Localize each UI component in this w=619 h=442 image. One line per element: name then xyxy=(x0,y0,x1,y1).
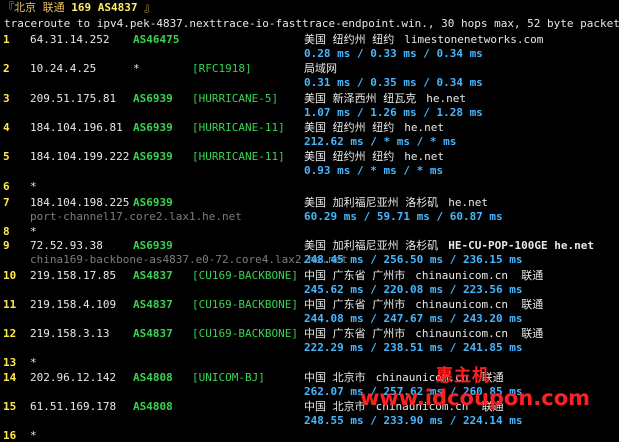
hop-rdns: port-channel17.core2.lax1.he.net xyxy=(30,210,242,223)
hop-asn: AS46475 xyxy=(133,33,180,46)
hop-host: chinaunicom.cn 联通 xyxy=(415,269,544,282)
hop-latency: 248.45 ms / 256.50 ms / 236.15 ms xyxy=(304,253,523,266)
traceroute-command: traceroute to ipv4.pek-4837.nexttrace-io… xyxy=(4,17,619,30)
hop-ip: 219.158.3.13 xyxy=(30,327,110,340)
title-prefix: 『北京 联通 xyxy=(3,1,72,14)
hop-asn: AS4837 xyxy=(133,298,173,311)
trace-title: 『北京 联通 169 AS4837 』 xyxy=(3,1,155,14)
hop-location: 中国 广东省 广州市 chinaunicom.cn 联通 xyxy=(304,298,544,311)
hop-host: he.net xyxy=(404,121,444,134)
hop-ip: 64.31.14.252 xyxy=(30,33,110,46)
hop-ip: * xyxy=(30,356,37,369)
hop-host: chinaunicom.cn 联通 xyxy=(415,298,544,311)
hop-number: 4 xyxy=(3,121,10,134)
hop-latency: 60.29 ms / 59.71 ms / 60.87 ms xyxy=(304,210,503,223)
hop-asn: AS4837 xyxy=(133,269,173,282)
hop-latency: 0.28 ms / 0.33 ms / 0.34 ms xyxy=(304,47,483,60)
hop-number: 16 xyxy=(3,429,17,442)
hop-ip: 72.52.93.38 xyxy=(30,239,103,252)
hop-asn: AS6939 xyxy=(133,239,173,252)
hop-latency: 245.62 ms / 220.08 ms / 223.56 ms xyxy=(304,283,523,296)
hop-latency: 244.08 ms / 247.67 ms / 243.20 ms xyxy=(304,312,523,325)
hop-network-tag: [HURRICANE-5] xyxy=(192,92,279,105)
hop-number: 2 xyxy=(3,62,10,75)
hop-location: 美国 加利福尼亚州 洛杉矶 HE-CU-POP-100GE he.net xyxy=(304,239,594,252)
hop-latency: 0.93 ms / * ms / * ms xyxy=(304,164,444,177)
hop-host: he.net xyxy=(448,196,488,209)
hop-ip: 61.51.169.178 xyxy=(30,400,117,413)
hop-number: 9 xyxy=(3,239,10,252)
watermark-url: www.idcoupon.com xyxy=(360,386,591,410)
hop-number: 15 xyxy=(3,400,17,413)
hop-number: 7 xyxy=(3,196,10,209)
hop-network-tag: [RFC1918] xyxy=(192,62,252,75)
hop-number: 10 xyxy=(3,269,17,282)
hop-network-tag: [HURRICANE-11] xyxy=(192,121,285,134)
watermark-logo: 惠主机 xyxy=(436,366,490,386)
hop-ip: * xyxy=(30,429,37,442)
hop-ip: 184.104.199.222 xyxy=(30,150,130,163)
hop-ip: 202.96.12.142 xyxy=(30,371,117,384)
hop-host: he.net xyxy=(426,92,466,105)
hop-latency: 248.55 ms / 233.90 ms / 224.14 ms xyxy=(304,414,523,427)
title-suffix: 』 xyxy=(137,1,156,14)
hop-number: 3 xyxy=(3,92,10,105)
hop-location: 美国 纽约州 纽约 he.net xyxy=(304,121,444,134)
hop-number: 8 xyxy=(3,225,10,238)
hop-asn: AS4837 xyxy=(133,327,173,340)
hop-latency: 222.29 ms / 238.51 ms / 241.85 ms xyxy=(304,341,523,354)
hop-number: 5 xyxy=(3,150,10,163)
title-route: 169 AS4837 xyxy=(71,1,138,14)
hop-latency: 1.07 ms / 1.26 ms / 1.28 ms xyxy=(304,106,483,119)
hop-ip: 219.158.4.109 xyxy=(30,298,117,311)
hop-asn: AS6939 xyxy=(133,196,173,209)
hop-number: 11 xyxy=(3,298,17,311)
hop-ip: * xyxy=(30,225,37,238)
hop-network-tag: [CU169-BACKBONE] xyxy=(192,298,298,311)
hop-location: 局域网 xyxy=(304,62,337,75)
hop-latency: 212.62 ms / * ms / * ms xyxy=(304,135,457,148)
hop-network-tag: [CU169-BACKBONE] xyxy=(192,269,298,282)
hop-host: chinaunicom.cn 联通 xyxy=(415,327,544,340)
hop-asn: AS6939 xyxy=(133,92,173,105)
hop-asn: AS6939 xyxy=(133,150,173,163)
hop-number: 1 xyxy=(3,33,10,46)
hop-network-tag: [HURRICANE-11] xyxy=(192,150,285,163)
hop-location: 中国 广东省 广州市 chinaunicom.cn 联通 xyxy=(304,327,544,340)
hop-asn: AS4808 xyxy=(133,371,173,384)
hop-number: 13 xyxy=(3,356,17,369)
hop-network-tag: [UNICOM-BJ] xyxy=(192,371,265,384)
hop-location: 美国 新泽西州 纽瓦克 he.net xyxy=(304,92,466,105)
hop-ip: 184.104.196.81 xyxy=(30,121,123,134)
hop-latency: 0.31 ms / 0.35 ms / 0.34 ms xyxy=(304,76,483,89)
terminal-window[interactable]: 『北京 联通 169 AS4837 』 traceroute to ipv4.p… xyxy=(0,0,619,442)
hop-ip: 10.24.4.25 xyxy=(30,62,97,75)
hop-number: 6 xyxy=(3,180,10,193)
hop-asn: AS6939 xyxy=(133,121,173,134)
hop-host: limestonenetworks.com xyxy=(404,33,544,46)
hop-number: 12 xyxy=(3,327,17,340)
hop-host: he.net xyxy=(404,150,444,163)
hop-location: 美国 纽约州 纽约 limestonenetworks.com xyxy=(304,33,544,46)
hop-ip: 184.104.198.225 xyxy=(30,196,130,209)
hop-location: 中国 广东省 广州市 chinaunicom.cn 联通 xyxy=(304,269,544,282)
hop-asn: AS4808 xyxy=(133,400,173,413)
hop-ip: * xyxy=(30,180,37,193)
hop-network-tag: [CU169-BACKBONE] xyxy=(192,327,298,340)
hop-location: 美国 加利福尼亚州 洛杉矶 he.net xyxy=(304,196,488,209)
hop-location: 美国 纽约州 纽约 he.net xyxy=(304,150,444,163)
hop-asn: * xyxy=(133,62,140,75)
hop-number: 14 xyxy=(3,371,17,384)
hop-host: HE-CU-POP-100GE he.net xyxy=(448,239,594,252)
hop-ip: 219.158.17.85 xyxy=(30,269,117,282)
hop-rdns: china169-backbone-as4837.e0-72.core4.lax… xyxy=(30,253,348,266)
hop-ip: 209.51.175.81 xyxy=(30,92,117,105)
